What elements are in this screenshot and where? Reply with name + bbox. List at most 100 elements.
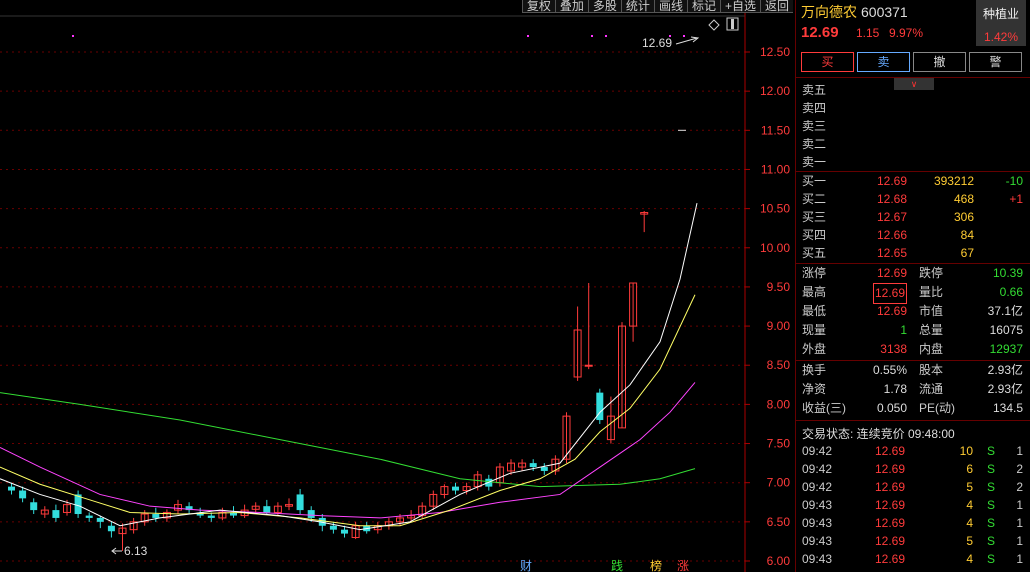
toolbar-draw-line-button[interactable]: 画线: [653, 0, 687, 13]
buy-level-label: 买二: [802, 192, 827, 206]
y-tick-label: 6.50: [767, 515, 791, 529]
candle-body-down: [540, 467, 548, 471]
tick-count: 1: [1016, 552, 1023, 566]
event-marker[interactable]: 财: [520, 559, 532, 572]
industry-name: 种植业: [982, 7, 1019, 21]
tick-side: S: [986, 498, 995, 512]
y-tick-label: 12.00: [760, 84, 790, 98]
price-change: 1.15: [856, 26, 880, 40]
tick-count: 1: [1016, 444, 1023, 458]
stat-label: 涨停: [802, 266, 827, 280]
candle-body-down: [152, 514, 160, 518]
cancel-order-button[interactable]: 撤: [913, 52, 966, 72]
y-tick-label: 11.00: [761, 162, 790, 176]
sell-level-row[interactable]: 卖四: [796, 99, 1030, 117]
diamond-icon: [708, 19, 720, 31]
event-marker[interactable]: 践: [611, 559, 623, 572]
event-marker[interactable]: 涨: [677, 558, 689, 572]
candle-body-down: [85, 515, 93, 518]
buy-level-price: 12.68: [876, 192, 907, 206]
stat-row: 最低 12.69 市值 37.1亿: [796, 302, 1030, 321]
toolbar-mark-button[interactable]: 标记: [686, 0, 720, 13]
candle-body-down: [52, 510, 60, 518]
stat-row: 收益(三) 0.050 PE(动) 134.5: [796, 399, 1030, 418]
buy-level-price: 12.66: [876, 228, 907, 242]
stat-row: 换手 0.55% 股本 2.93亿: [796, 361, 1030, 380]
toolbar-fuquan-button[interactable]: 复权: [521, 0, 555, 13]
tick-volume: 5: [966, 480, 973, 494]
kline-chart[interactable]: 12.50 12.00 11.50 11.00 10.50 10.00 9.50 9.00 8.…: [0, 0, 795, 572]
stat-label: 流通: [919, 382, 944, 396]
buy-level-price: 12.67: [876, 210, 907, 224]
tick-list[interactable]: 09:42 12.69 10 S 1 09:42 12.69 6 S 2 09:42 12.69 5 S 2…: [796, 442, 1030, 568]
toolbar-add-watchlist-button[interactable]: +自选: [719, 0, 760, 13]
y-tick-label: 7.50: [767, 437, 791, 451]
stock-code: 600371: [861, 4, 908, 20]
buy-order-book: 买一 12.69 393212 -10 买二 12.68 468 +1 买三 12.67 306 买四…: [796, 172, 1030, 262]
stat-label: 收益(三): [802, 401, 846, 415]
buy-level-row[interactable]: 买四 12.66 84: [796, 226, 1030, 244]
buy-level-row[interactable]: 买一 12.69 393212 -10: [796, 172, 1030, 190]
stat-label: 量比: [919, 285, 944, 299]
buy-level-volume: 84: [960, 228, 974, 242]
sell-level-row[interactable]: 卖三: [796, 117, 1030, 135]
buy-level-label: 买一: [802, 174, 827, 188]
tick-row: 09:42 12.69 10 S 1: [796, 442, 1030, 460]
industry-pct: 1.42%: [983, 30, 1019, 44]
buy-level-price: 12.69: [876, 174, 907, 188]
tick-volume: 4: [966, 552, 973, 566]
stat-value: 0.66: [999, 285, 1023, 299]
tick-row: 09:42 12.69 6 S 2: [796, 460, 1030, 478]
stat-label: 外盘: [802, 342, 827, 356]
industry-badge[interactable]: 种植业 1.42%: [976, 0, 1026, 46]
sell-button[interactable]: 卖: [857, 52, 910, 72]
sell-level-row[interactable]: 卖二: [796, 135, 1030, 153]
event-marker[interactable]: 榜: [650, 558, 662, 572]
tick-row: 09:43 12.69 4 S 1: [796, 514, 1030, 532]
tick-volume: 10: [959, 444, 973, 458]
sell-level-row[interactable]: 卖五: [796, 81, 1030, 99]
candle-body-down: [96, 517, 104, 522]
trade-buttons: 买 卖 撤 警: [801, 52, 1022, 72]
sell-level-label: 卖二: [802, 137, 827, 151]
tick-price: 12.69: [875, 444, 906, 458]
stat-value: 12.69: [872, 283, 907, 304]
tick-price: 12.69: [875, 480, 906, 494]
toolbar-back-button[interactable]: 返回: [759, 0, 793, 13]
stat-row: 现量 1 总量 16075: [796, 321, 1030, 340]
sell-level-label: 卖三: [802, 119, 827, 133]
stat-label: 最高: [802, 285, 827, 299]
stat-label: 总量: [919, 323, 944, 337]
candle-body-up: [584, 364, 593, 367]
toolbar-multi-stock-button[interactable]: 多股: [587, 0, 621, 13]
sell-level-label: 卖四: [802, 101, 827, 115]
tick-side: S: [986, 444, 995, 458]
buy-level-row[interactable]: 买三 12.67 306: [796, 208, 1030, 226]
sell-level-row[interactable]: 卖一: [796, 153, 1030, 171]
y-tick-label: 11.50: [761, 123, 790, 137]
toolbar-overlay-button[interactable]: 叠加: [554, 0, 588, 13]
buy-button[interactable]: 买: [801, 52, 854, 72]
tick-price: 12.69: [875, 498, 906, 512]
stat-value: 16075: [989, 323, 1023, 337]
tick-time: 09:43: [802, 498, 833, 512]
buy-level-price: 12.65: [876, 246, 907, 260]
candle-body-down: [341, 529, 348, 534]
candle-body-down: [8, 486, 15, 491]
buy-level-row[interactable]: 买二 12.68 468 +1: [796, 190, 1030, 208]
tick-price: 12.69: [875, 552, 906, 566]
alert-button[interactable]: 警: [969, 52, 1022, 72]
stat-value: 0.050: [876, 401, 907, 415]
stat-value: 37.1亿: [987, 304, 1023, 318]
divider: [796, 77, 1030, 78]
tick-row: 09:43 12.69 4 S 1: [796, 550, 1030, 568]
tick-side: S: [986, 480, 995, 494]
y-tick-label: 10.00: [760, 241, 790, 255]
buy-level-row[interactable]: 买五 12.65 67: [796, 244, 1030, 262]
stat-label: 换手: [802, 363, 827, 377]
toolbar-statistics-button[interactable]: 统计: [620, 0, 654, 13]
tick-side: S: [986, 462, 995, 476]
tick-count: 2: [1016, 480, 1023, 494]
y-tick-label: 8.50: [767, 358, 791, 372]
buy-level-change: +1: [1009, 192, 1023, 206]
